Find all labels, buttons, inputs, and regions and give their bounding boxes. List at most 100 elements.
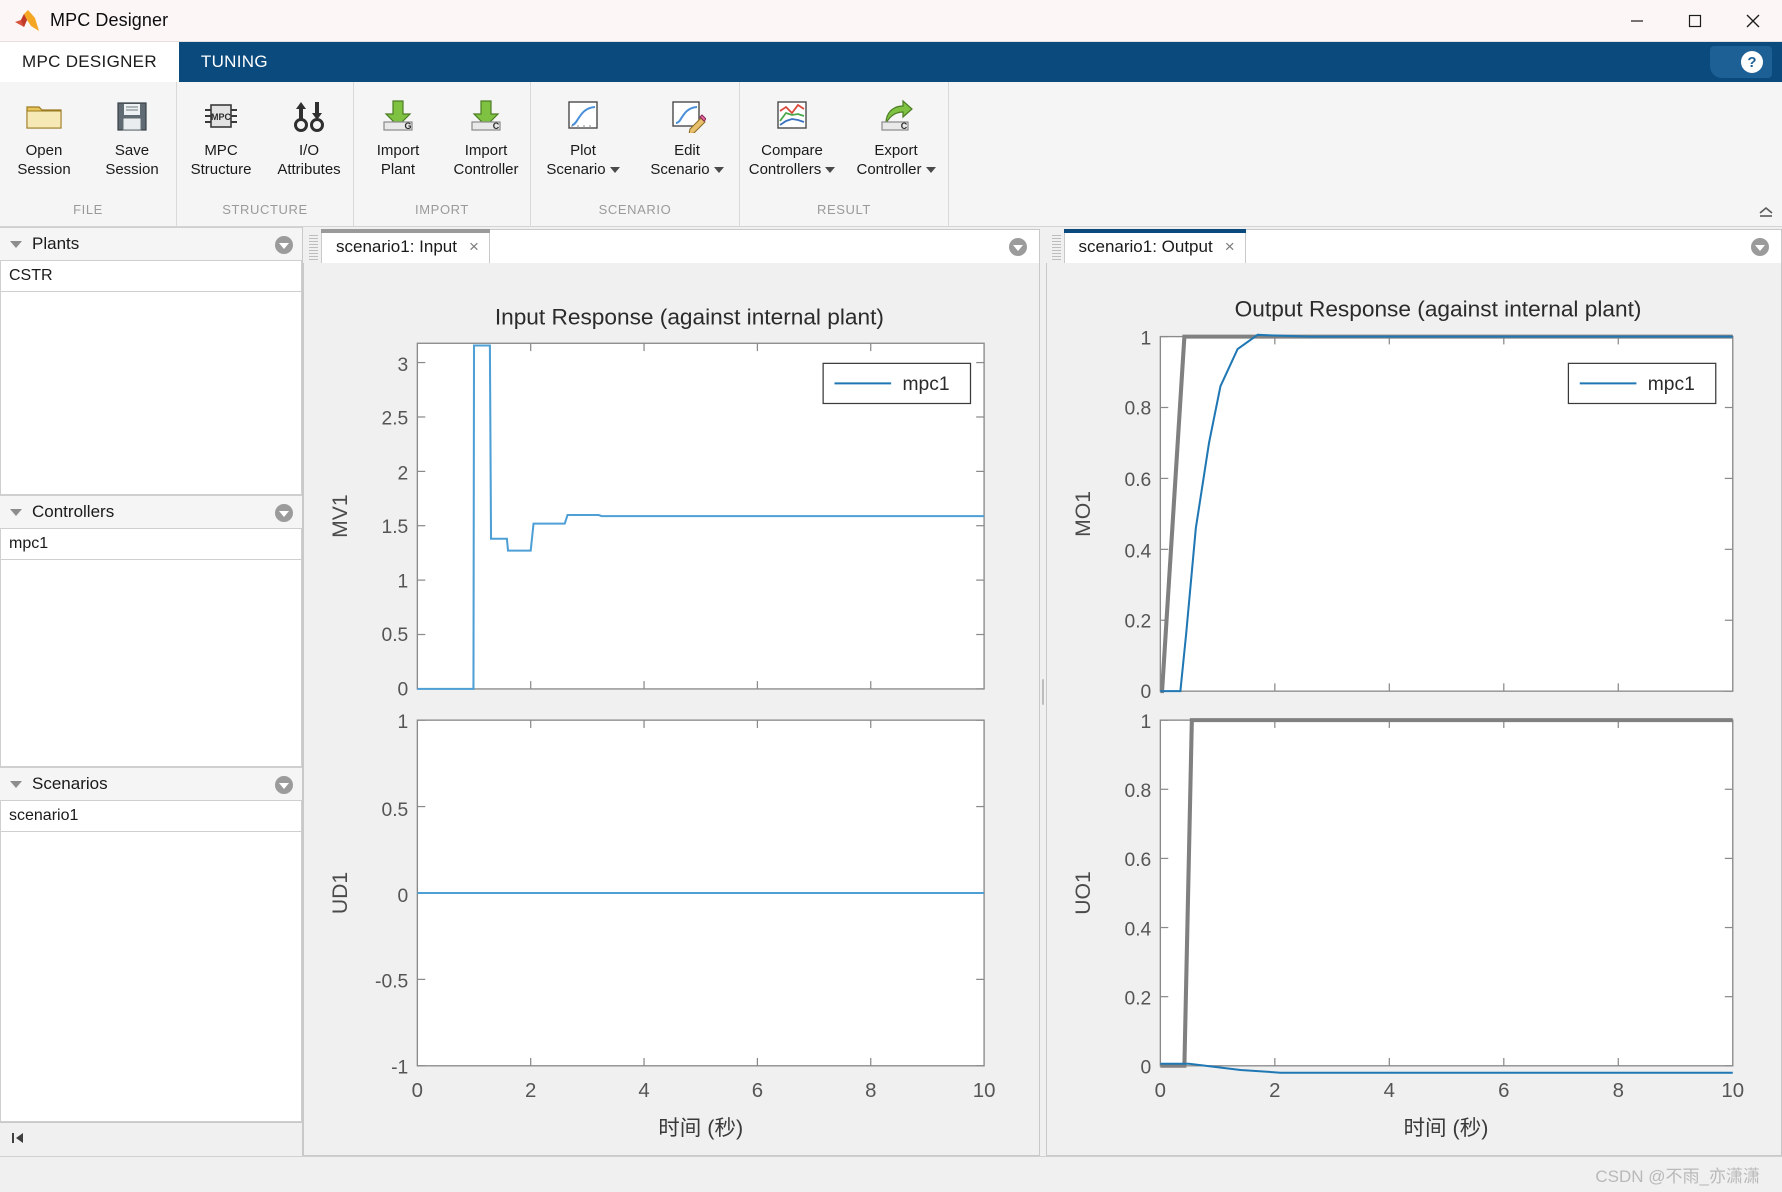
- ytick-mo1-0.8: 0.8: [1124, 399, 1151, 420]
- controllers-list[interactable]: mpc1: [0, 529, 302, 767]
- panel-menu-icon[interactable]: [275, 776, 293, 794]
- import-plant-label: Import Plant: [376, 142, 420, 178]
- close-icon[interactable]: ×: [469, 238, 479, 255]
- compare-controllers-text: Compare Controllers: [748, 142, 823, 178]
- export-controller-button[interactable]: C Export Controller: [844, 92, 948, 180]
- svg-text:C: C: [493, 121, 500, 131]
- list-item[interactable]: mpc1: [1, 529, 301, 560]
- ytick-mv1-2: 2: [398, 463, 409, 484]
- plot-scenario-text: Plot Scenario: [546, 142, 606, 178]
- window-title: MPC Designer: [50, 10, 169, 30]
- ytick-mv1-1.5: 1.5: [381, 517, 408, 538]
- xlabel-input: 时间 (秒): [658, 1116, 743, 1140]
- ytick-uo1-1: 1: [1140, 712, 1151, 733]
- chart-output-response: Output Response (against internal plant)…: [1046, 263, 1781, 1155]
- plot-scenario-label: Plot Scenario: [546, 142, 620, 180]
- export-controller-text: Export Controller: [856, 142, 922, 178]
- xtick-6: 6: [1498, 1080, 1509, 1102]
- watermark-label: CSDN @不雨_亦潇潇: [1595, 1167, 1760, 1186]
- document-tabbar-input: scenario1: Input ×: [303, 227, 1040, 263]
- ribbon-group-file: Open Session Save Session FILE: [0, 82, 177, 226]
- mpc-chip-icon: MPC: [198, 94, 244, 138]
- open-session-button[interactable]: Open Session: [0, 92, 88, 180]
- open-session-label: Open Session: [17, 142, 71, 178]
- panel-menu-icon[interactable]: [275, 236, 293, 254]
- close-icon[interactable]: ×: [1225, 238, 1235, 255]
- import-plant-icon: G: [375, 94, 421, 138]
- chevron-down-icon[interactable]: [8, 504, 24, 520]
- tabbar-filler-output: [1245, 229, 1782, 263]
- io-attributes-button[interactable]: I/O Attributes: [265, 92, 353, 180]
- panel-header-scenarios[interactable]: Scenarios: [0, 767, 302, 801]
- help-question-icon: ?: [1741, 51, 1763, 73]
- document-area: scenario1: Input × Input Response (again…: [303, 227, 1782, 1156]
- close-button[interactable]: [1724, 0, 1782, 42]
- go-to-first-icon[interactable]: [10, 1131, 26, 1148]
- list-item[interactable]: scenario1: [1, 801, 301, 832]
- save-floppy-icon: [109, 94, 155, 138]
- panel-controllers: Controllers mpc1: [0, 495, 302, 767]
- minimize-button[interactable]: [1608, 0, 1666, 42]
- ytick-mo1-0.4: 0.4: [1124, 541, 1151, 562]
- import-plant-button[interactable]: G Import Plant: [354, 92, 442, 180]
- ribbon-toolbar: Open Session Save Session FILE MPC MPC S…: [0, 82, 1782, 227]
- document-pane-output: scenario1: Output × Output Response (aga…: [1045, 227, 1782, 1156]
- document-body-input: Input Response (against internal plant) …: [303, 263, 1040, 1156]
- mpc-structure-button[interactable]: MPC MPC Structure: [177, 92, 265, 180]
- doctab-scenario1-output[interactable]: scenario1: Output ×: [1063, 229, 1246, 263]
- tab-grip-handle[interactable]: [309, 235, 318, 261]
- chevron-down-icon[interactable]: [8, 776, 24, 792]
- panel-plants: Plants CSTR: [0, 227, 302, 495]
- ribbon-group-label-scenario: SCENARIO: [598, 202, 672, 217]
- panel-title-controllers: Controllers: [32, 502, 115, 521]
- collapse-ribbon-icon[interactable]: [1756, 202, 1776, 222]
- tab-grip-handle[interactable]: [1051, 235, 1061, 261]
- maximize-button[interactable]: [1666, 0, 1724, 42]
- mpc-structure-label: MPC Structure: [190, 142, 252, 178]
- doctab-scenario1-input[interactable]: scenario1: Input ×: [321, 229, 490, 263]
- document-body-output: Output Response (against internal plant)…: [1045, 263, 1782, 1156]
- title-bar: MPC Designer: [0, 0, 1782, 42]
- edit-scenario-button[interactable]: Edit Scenario: [635, 92, 739, 180]
- panel-header-plants[interactable]: Plants: [0, 227, 302, 261]
- ytick-uo1-0.4: 0.4: [1124, 919, 1151, 940]
- save-session-button[interactable]: Save Session: [88, 92, 176, 180]
- chart-input-response: Input Response (against internal plant) …: [304, 263, 1039, 1155]
- ytick-ud1-1: 1: [398, 712, 409, 733]
- import-controller-icon: C: [463, 94, 509, 138]
- tab-tuning[interactable]: TUNING: [179, 42, 290, 82]
- status-bar: CSDN @不雨_亦潇潇: [0, 1156, 1782, 1192]
- import-controller-button[interactable]: C Import Controller: [442, 92, 530, 180]
- xtick-0: 0: [1154, 1080, 1165, 1102]
- list-item[interactable]: CSTR: [1, 261, 301, 292]
- ytick-uo1-0.6: 0.6: [1124, 850, 1151, 871]
- help-button[interactable]: ?: [1710, 46, 1772, 78]
- panel-menu-icon[interactable]: [1008, 238, 1027, 256]
- chevron-down-icon[interactable]: [925, 166, 936, 173]
- chevron-down-icon[interactable]: [609, 166, 620, 173]
- panel-menu-icon[interactable]: [1751, 238, 1769, 256]
- svg-text:C: C: [901, 121, 908, 131]
- compare-controllers-button[interactable]: Compare Controllers: [740, 92, 844, 180]
- sidebar-footer: [0, 1122, 302, 1156]
- ytick-ud1--1: -1: [391, 1058, 408, 1079]
- ribbon-group-label-import: IMPORT: [415, 202, 469, 217]
- ribbon-group-label-result: RESULT: [817, 202, 871, 217]
- chevron-down-icon[interactable]: [825, 166, 836, 173]
- ytick-uo1-0.8: 0.8: [1124, 781, 1151, 802]
- panel-header-controllers[interactable]: Controllers: [0, 495, 302, 529]
- window-controls: [1608, 0, 1782, 42]
- mpc-designer-window: MPC Designer MPC DESIGNER TUNING ? Open …: [0, 0, 1782, 1192]
- plot-scenario-button[interactable]: Plot Scenario: [531, 92, 635, 180]
- chevron-down-icon[interactable]: [713, 166, 724, 173]
- tab-mpc-designer[interactable]: MPC DESIGNER: [0, 42, 179, 82]
- ylabel-uo1: UO1: [1070, 871, 1094, 915]
- ytick-mo1-0.2: 0.2: [1124, 612, 1151, 633]
- chevron-down-icon[interactable]: [8, 236, 24, 252]
- xtick-2: 2: [1269, 1080, 1280, 1102]
- scenarios-list[interactable]: scenario1: [0, 801, 302, 1122]
- legend-label-mv1: mpc1: [902, 374, 949, 395]
- save-session-label: Save Session: [105, 142, 159, 178]
- panel-menu-icon[interactable]: [275, 504, 293, 522]
- plants-list[interactable]: CSTR: [0, 261, 302, 495]
